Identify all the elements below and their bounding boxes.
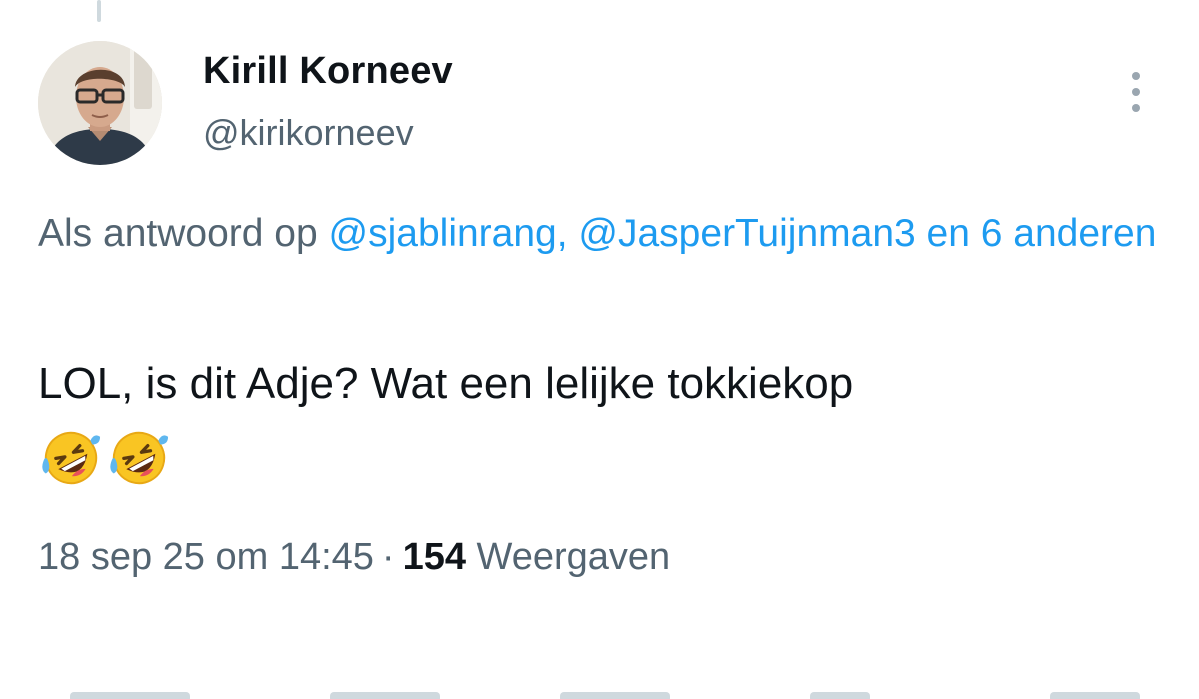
tweet-text: LOL, is dit Adje? Wat een lelijke tokkie… xyxy=(38,359,854,408)
reply-mention-link[interactable]: @sjablinrang, xyxy=(329,212,568,255)
rolling-laughing-emoji-icon xyxy=(42,431,101,485)
tweet-detail: Kirill Korneev @kirikorneev Als antwoord… xyxy=(0,0,1199,699)
reply-mention-link[interactable]: @JasperTuijnman3 xyxy=(578,212,915,255)
avatar-photo xyxy=(38,41,162,165)
user-handle[interactable]: @kirikorneev xyxy=(203,112,414,154)
rolling-laughing-emoji-icon xyxy=(110,431,169,485)
cut-off-next-row xyxy=(0,690,1199,699)
timestamp-link[interactable]: 18 sep 25 om 14:45 xyxy=(38,536,374,578)
more-vertical-icon xyxy=(1132,72,1140,80)
views-label: Weergaven xyxy=(476,536,671,578)
emoji-row xyxy=(40,427,170,489)
more-vertical-icon-dot xyxy=(1132,88,1140,96)
more-options-button[interactable] xyxy=(1118,68,1154,116)
more-vertical-icon-dot xyxy=(1132,104,1140,112)
avatar[interactable] xyxy=(38,41,162,165)
reply-prefix: Als antwoord op xyxy=(38,212,329,255)
display-name[interactable]: Kirill Korneev xyxy=(203,50,453,93)
thread-connector-line xyxy=(97,0,101,22)
reply-context: Als antwoord op @sjablinrang, @JasperTui… xyxy=(38,203,1199,265)
reply-others-link[interactable]: en 6 anderen xyxy=(927,212,1157,255)
tweet-meta: 18 sep 25 om 14:45 · 154 Weergaven xyxy=(38,536,670,579)
views-count: 154 xyxy=(402,536,466,578)
meta-separator: · xyxy=(381,536,395,578)
